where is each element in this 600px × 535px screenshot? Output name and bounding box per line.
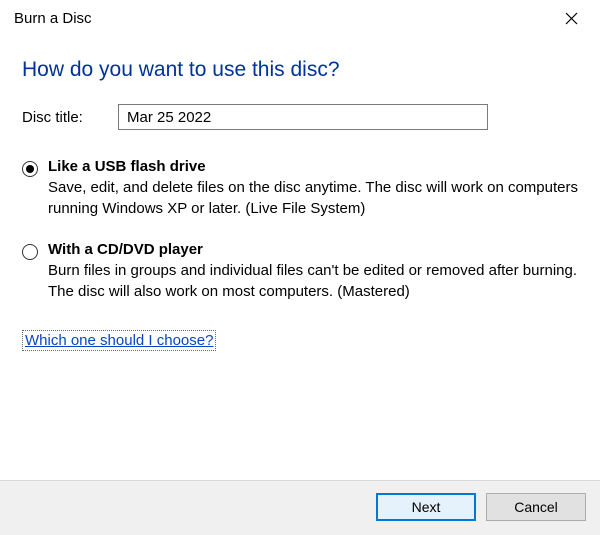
cancel-button[interactable]: Cancel xyxy=(486,493,586,521)
option-title: Like a USB flash drive xyxy=(48,158,578,175)
help-link-which-one[interactable]: Which one should I choose? xyxy=(22,330,216,351)
disc-title-row: Disc title: xyxy=(22,104,578,130)
burn-disc-dialog: Burn a Disc How do you want to use this … xyxy=(0,0,600,535)
window-title: Burn a Disc xyxy=(14,10,92,27)
radio-indicator xyxy=(22,244,38,260)
option-title: With a CD/DVD player xyxy=(48,241,578,258)
option-description: Burn files in groups and individual file… xyxy=(48,260,578,302)
option-text: With a CD/DVD player Burn files in group… xyxy=(48,241,578,302)
close-button[interactable] xyxy=(548,3,594,33)
close-icon xyxy=(565,12,578,25)
option-description: Save, edit, and delete files on the disc… xyxy=(48,177,578,219)
option-cd-dvd-player[interactable]: With a CD/DVD player Burn files in group… xyxy=(22,241,578,302)
option-text: Like a USB flash drive Save, edit, and d… xyxy=(48,158,578,219)
titlebar: Burn a Disc xyxy=(0,0,600,36)
dialog-heading: How do you want to use this disc? xyxy=(22,58,578,82)
dialog-content: How do you want to use this disc? Disc t… xyxy=(0,36,600,480)
disc-title-input[interactable] xyxy=(118,104,488,130)
disc-title-label: Disc title: xyxy=(22,109,118,126)
radio-indicator xyxy=(22,161,38,177)
dialog-footer: Next Cancel xyxy=(0,480,600,535)
next-button[interactable]: Next xyxy=(376,493,476,521)
option-usb-flash-drive[interactable]: Like a USB flash drive Save, edit, and d… xyxy=(22,158,578,219)
burn-mode-radio-group: Like a USB flash drive Save, edit, and d… xyxy=(22,158,578,302)
